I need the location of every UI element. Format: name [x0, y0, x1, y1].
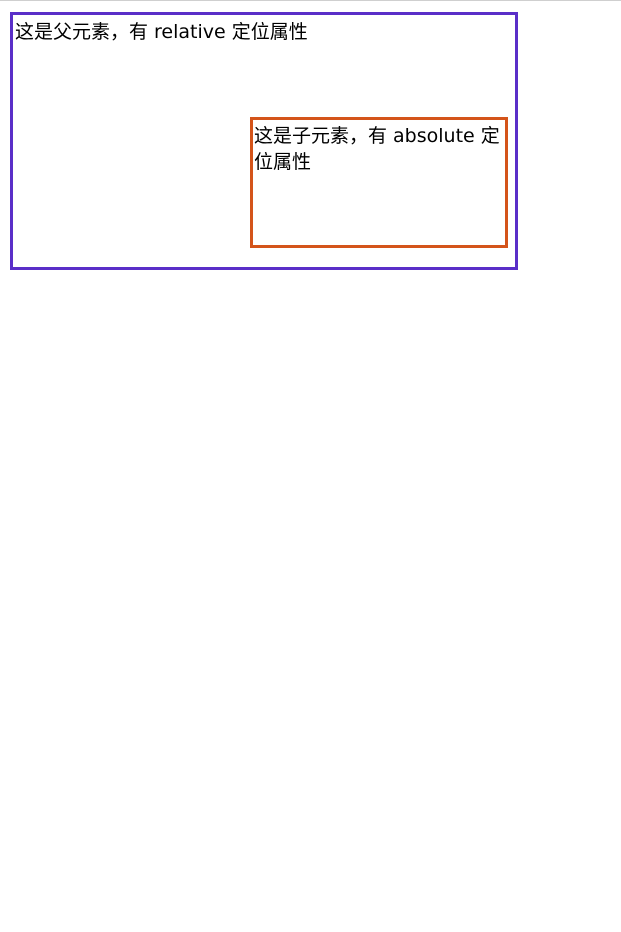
child-element-label: 这是子元素，有 absolute 定位属性	[254, 125, 500, 173]
viewport-top-border	[0, 0, 621, 1]
parent-element-box: 这是父元素，有 relative 定位属性 这是子元素，有 absolute 定…	[10, 12, 518, 270]
child-element-box: 这是子元素，有 absolute 定位属性	[250, 117, 508, 248]
parent-element-label: 这是父元素，有 relative 定位属性	[15, 21, 308, 43]
